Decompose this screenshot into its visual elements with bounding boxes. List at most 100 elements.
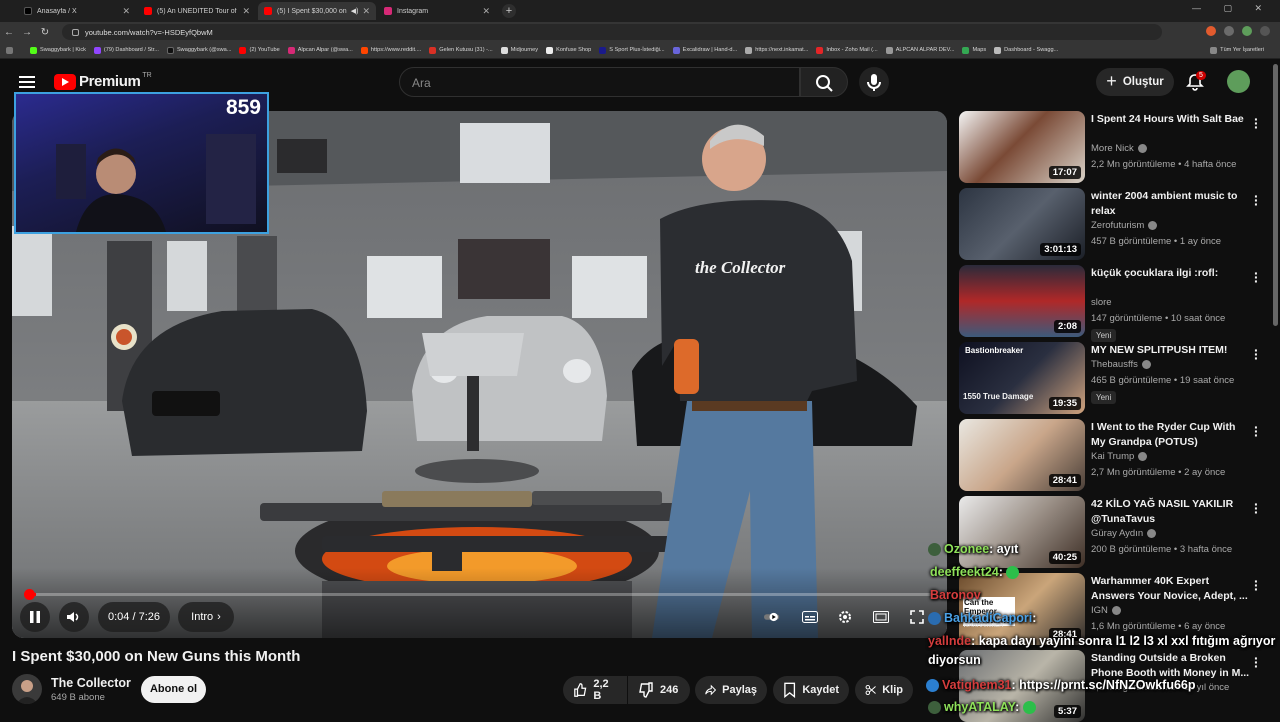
- url-field[interactable]: youtube.com/watch?v=-HSDEyfQbwM: [62, 24, 1162, 40]
- scrollbar[interactable]: [1273, 64, 1278, 326]
- more-options-icon[interactable]: · · ·: [1254, 497, 1259, 519]
- chapter-button[interactable]: Intro ›: [178, 602, 234, 632]
- share-button[interactable]: Paylaş: [695, 676, 767, 704]
- bookmark[interactable]: https://next.inkamat...: [745, 46, 808, 54]
- bookmark[interactable]: Konfuse Shop: [546, 46, 591, 54]
- close-tab-icon[interactable]: ✕: [362, 6, 370, 17]
- recommended-video-title[interactable]: MY NEW SPLITPUSH ITEM!: [1091, 343, 1251, 358]
- bookmark[interactable]: Dashboard - Swagg...: [994, 46, 1058, 54]
- bookmark[interactable]: Midjourney: [500, 46, 538, 54]
- menu-icon[interactable]: [1260, 26, 1270, 36]
- video-thumbnail[interactable]: 19:35 Bastionbreaker 1550 True Damage: [959, 342, 1085, 414]
- subtitles-button[interactable]: [801, 608, 819, 626]
- all-bookmarks[interactable]: Tüm Yer İşaretleri: [1210, 46, 1264, 54]
- close-tab-icon[interactable]: ✕: [122, 6, 130, 17]
- browser-tab[interactable]: (5) An UNEDITED Tour of My $ ✕: [138, 2, 256, 20]
- recommended-channel[interactable]: Kai Trump: [1091, 451, 1148, 462]
- extension-icon[interactable]: [1242, 26, 1252, 36]
- bookmark[interactable]: Excalidraw | Hand-d...: [672, 46, 737, 54]
- more-options-icon[interactable]: · · ·: [1254, 343, 1259, 365]
- browser-tab[interactable]: Anasayfa / X ✕: [18, 2, 136, 20]
- bookmark[interactable]: Inbox - Zoho Mail (...: [816, 46, 878, 54]
- recommended-video[interactable]: 40:25 42 KİLO YAĞ NASIL YAKILIR @TunaTavu…: [959, 496, 1264, 568]
- video-thumbnail[interactable]: 17:07: [959, 111, 1085, 183]
- window-controls[interactable]: — ▢ ✕: [1192, 3, 1272, 14]
- clip-button[interactable]: Klip: [855, 676, 913, 704]
- recommended-channel[interactable]: Güray Aydın: [1091, 528, 1157, 539]
- recommended-video-title[interactable]: Standing Outside a Broken Phone Booth wi…: [1091, 651, 1251, 681]
- progress-bar[interactable]: [28, 593, 933, 596]
- scrubber-handle[interactable]: [24, 589, 35, 600]
- bookmark[interactable]: Maps: [962, 46, 986, 54]
- recommended-video[interactable]: 19:35 Bastionbreaker 1550 True Damage MY NE…: [959, 342, 1264, 414]
- recommended-video[interactable]: 28:41 I Went to the Ryder Cup With My Gra…: [959, 419, 1264, 491]
- more-options-icon[interactable]: · · ·: [1254, 112, 1259, 134]
- more-options-icon[interactable]: · · ·: [1254, 266, 1259, 288]
- video-thumbnail[interactable]: 40:25: [959, 496, 1085, 568]
- reload-icon[interactable]: ↻: [36, 27, 54, 38]
- bookmark[interactable]: Gelen Kutusu (31) -...: [429, 46, 493, 54]
- bookmark[interactable]: https://www.reddit....: [360, 46, 421, 54]
- more-options-icon[interactable]: · · ·: [1254, 651, 1259, 673]
- bookmark[interactable]: Swaggybark | Kick: [30, 46, 86, 54]
- close-tab-icon[interactable]: ✕: [242, 6, 250, 17]
- video-thumbnail[interactable]: 3:01:13: [959, 188, 1085, 260]
- bookmark[interactable]: (2) YouTube: [239, 46, 280, 54]
- browser-tab[interactable]: Instagram ✕: [378, 2, 496, 20]
- site-info-icon[interactable]: [72, 28, 79, 36]
- save-button[interactable]: Kaydet: [773, 676, 849, 704]
- recommended-channel[interactable]: More Nick: [1091, 143, 1147, 154]
- video-thumbnail[interactable]: 2:08: [959, 265, 1085, 337]
- youtube-logo[interactable]: Premium TR: [54, 72, 152, 90]
- more-options-icon[interactable]: · · ·: [1254, 189, 1259, 211]
- account-avatar[interactable]: [1227, 70, 1250, 93]
- create-button[interactable]: + Oluştur: [1096, 68, 1174, 96]
- recommended-channel[interactable]: Zerofuturism: [1091, 220, 1158, 231]
- extension-icon[interactable]: [1224, 26, 1234, 36]
- bookmark[interactable]: (79) Dashboard / Str...: [93, 46, 159, 54]
- pause-button[interactable]: [20, 602, 50, 632]
- recommended-channel[interactable]: Thebausffs: [1091, 359, 1151, 370]
- recommended-channel[interactable]: IGN: [1091, 605, 1121, 616]
- settings-button[interactable]: [836, 608, 854, 626]
- recommended-video-title[interactable]: I Went to the Ryder Cup With My Grandpa …: [1091, 420, 1251, 450]
- video-thumbnail[interactable]: 28:41: [959, 419, 1085, 491]
- autoplay-toggle[interactable]: [764, 608, 782, 626]
- more-options-icon[interactable]: · · ·: [1254, 574, 1259, 596]
- close-tab-icon[interactable]: ✕: [482, 6, 490, 17]
- like-button[interactable]: 2,2 B: [563, 676, 627, 704]
- recommended-video-title[interactable]: 42 KİLO YAĞ NASIL YAKILIR @TunaTavus: [1091, 497, 1251, 527]
- bookmark[interactable]: Swaggybark (@swa...: [166, 46, 231, 54]
- recommended-channel[interactable]: slore: [1091, 297, 1112, 308]
- browser-tab-active[interactable]: (5) I Spent $30,000 on New ◀) ✕: [258, 2, 376, 20]
- recommended-video-title[interactable]: küçük çocuklara ilgi :rofl:: [1091, 266, 1251, 281]
- new-tab-button[interactable]: +: [502, 4, 516, 18]
- dislike-button[interactable]: 246: [628, 676, 690, 704]
- more-options-icon[interactable]: · · ·: [1254, 420, 1259, 442]
- bookmark[interactable]: ALPCAN ALPAR DEV...: [885, 46, 954, 54]
- search-button[interactable]: [800, 67, 848, 97]
- channel-avatar[interactable]: [12, 674, 42, 704]
- search-input[interactable]: Ara: [399, 67, 800, 97]
- recommended-video-title[interactable]: I Spent 24 Hours With Salt Bae: [1091, 112, 1251, 127]
- extension-icon[interactable]: [1206, 26, 1216, 36]
- recommended-video[interactable]: 17:07 I Spent 24 Hours With Salt Bae More …: [959, 111, 1264, 183]
- channel-name[interactable]: The Collector: [51, 676, 131, 690]
- voice-search-button[interactable]: [859, 67, 889, 97]
- bookmark[interactable]: S Sport Plus-İstediği...: [599, 46, 665, 54]
- back-icon[interactable]: ←: [0, 27, 18, 38]
- bookmark[interactable]: Alpcan Alpar (@swa...: [287, 46, 353, 54]
- bookmark[interactable]: [6, 46, 16, 54]
- recommended-video-title[interactable]: winter 2004 ambient music to relax: [1091, 189, 1251, 219]
- fullscreen-button[interactable]: [908, 608, 926, 626]
- volume-button[interactable]: [59, 602, 89, 632]
- x-icon: [24, 7, 32, 15]
- recommended-video-title[interactable]: Warhammer 40K Expert Answers Your Novice…: [1091, 574, 1251, 604]
- recommended-video[interactable]: 2:08 küçük çocuklara ilgi :rofl: slore 147 …: [959, 265, 1264, 342]
- subscribe-button[interactable]: Abone ol: [141, 676, 206, 703]
- theater-mode-button[interactable]: [872, 608, 890, 626]
- menu-icon[interactable]: [19, 76, 35, 88]
- speaker-icon[interactable]: ◀): [351, 7, 359, 15]
- forward-icon[interactable]: →: [18, 27, 36, 38]
- recommended-video[interactable]: 3:01:13 winter 2004 ambient music to rela…: [959, 188, 1264, 260]
